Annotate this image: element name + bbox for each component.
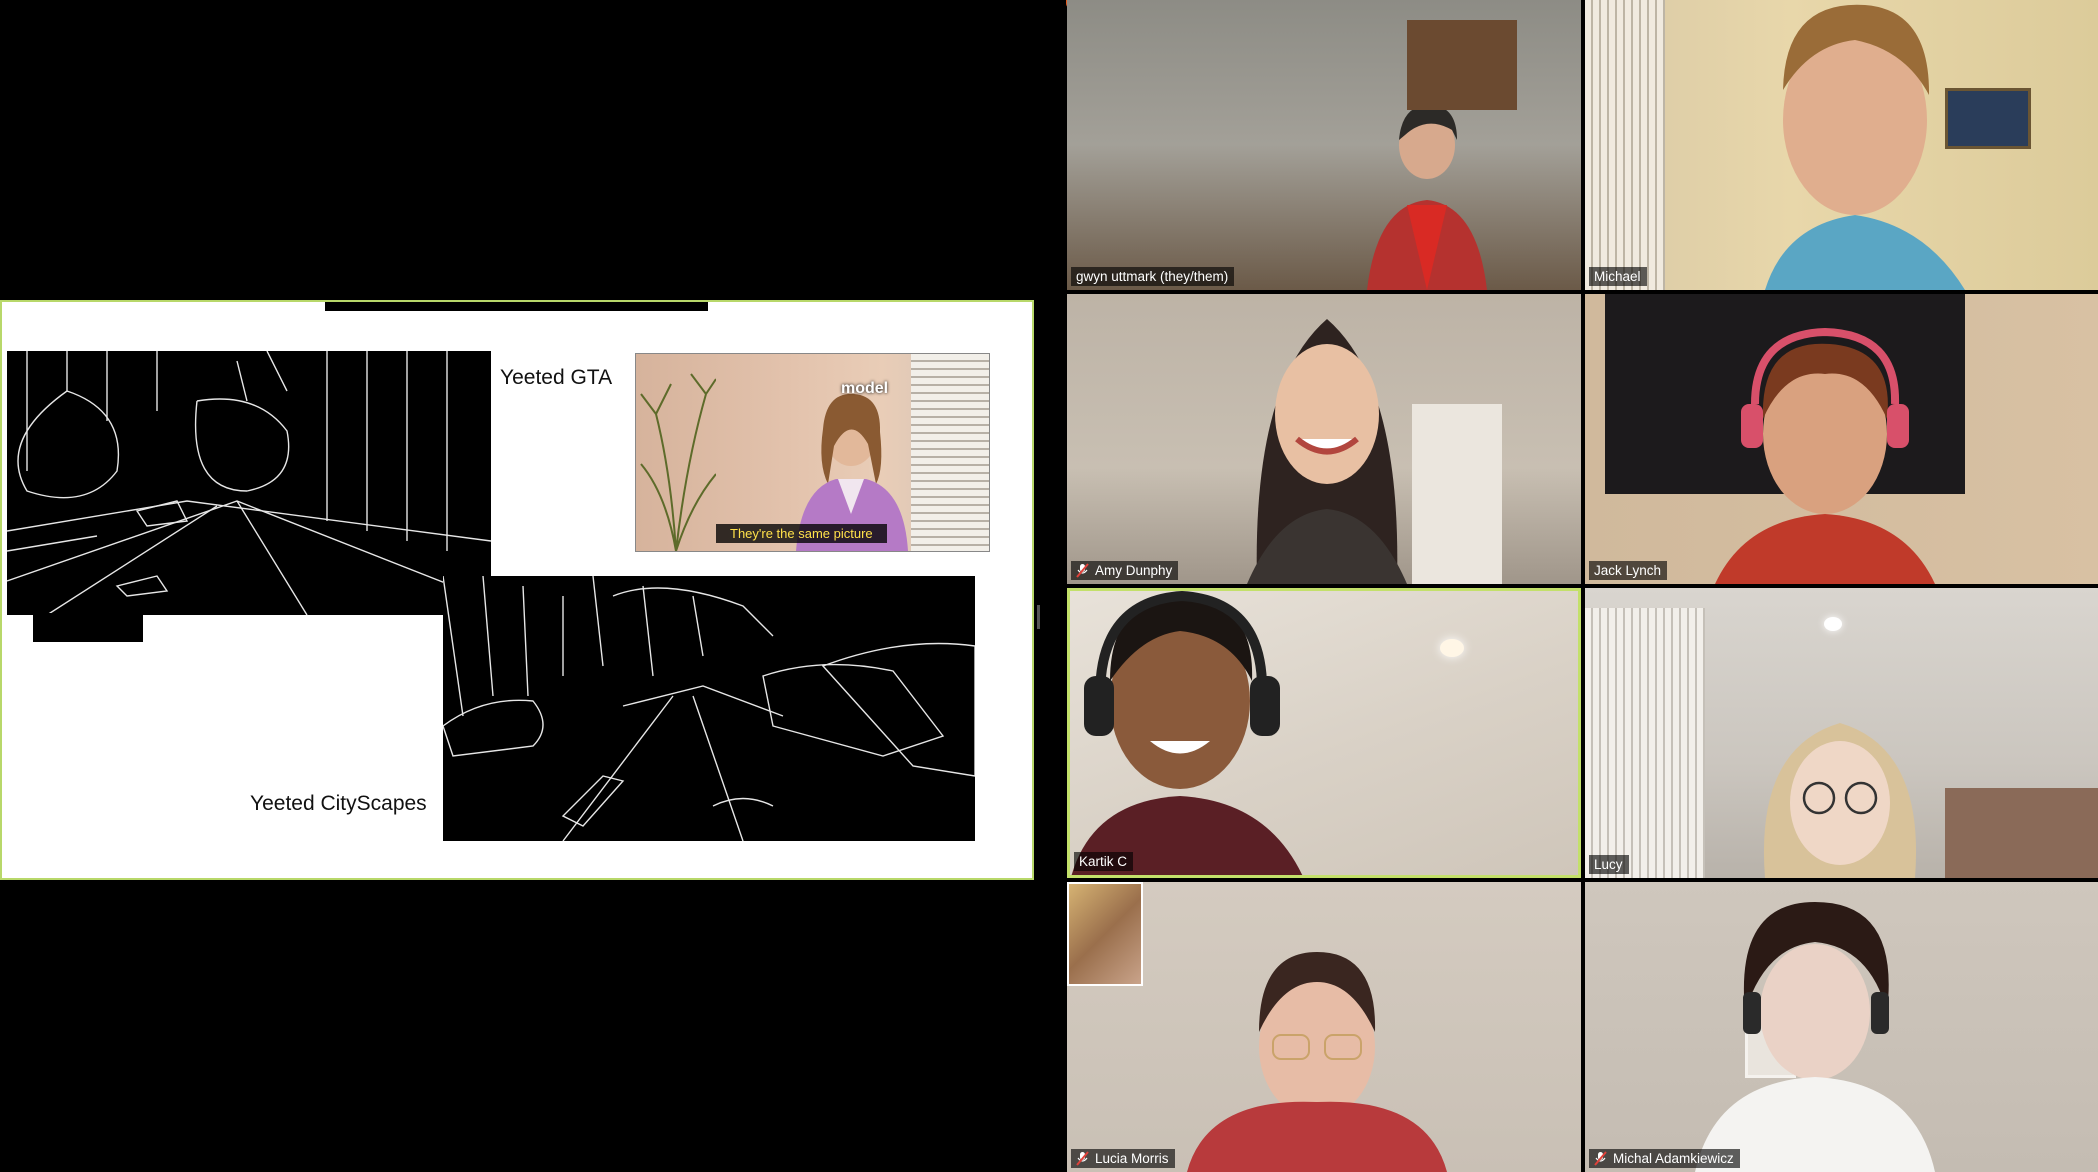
video-tile-7[interactable]: Lucia Morris [1067, 882, 1581, 1172]
participant-name-tag: Amy Dunphy [1071, 561, 1179, 580]
participant-figure [1237, 304, 1417, 584]
cityscapes-label: Yeeted CityScapes [250, 792, 427, 815]
redacted-bar-bottom [33, 613, 143, 642]
participant-figure [1177, 937, 1457, 1172]
participant-name: Lucy [1594, 857, 1623, 872]
participant-name-tag: Michael [1589, 267, 1647, 286]
video-tile-1[interactable]: gwyn uttmark (they/them) [1067, 0, 1581, 290]
participant-name: Lucia Morris [1095, 1151, 1169, 1166]
wall-painting [1945, 88, 2031, 149]
plant-graphic [640, 373, 716, 551]
video-tile-2[interactable]: Michael [1585, 0, 2098, 290]
participant-name-tag: Jack Lynch [1589, 561, 1668, 580]
pane-splitter-handle[interactable] [1037, 605, 1040, 629]
participant-name-tag: Michal Adamkiewicz [1589, 1149, 1740, 1168]
microphone-muted-icon [1076, 1151, 1089, 1166]
participant-name: Kartik C [1079, 854, 1128, 869]
participant-figure [1705, 324, 1945, 584]
video-tile-5-active-speaker[interactable]: Kartik C [1067, 588, 1581, 878]
participant-name-tag: Kartik C [1074, 852, 1134, 871]
participant-name-tag: Lucy [1589, 855, 1629, 874]
window-blinds [1585, 0, 1665, 290]
participant-figure [1070, 591, 1310, 875]
window-blinds [1585, 608, 1705, 878]
cityscapes-edge-image [443, 576, 975, 841]
presentation-slide: Yeeted GTA model They're the same pictur… [0, 300, 1034, 880]
participant-name: Michal Adamkiewicz [1613, 1151, 1734, 1166]
ceiling-light [1824, 617, 1842, 631]
participant-name-tag: Lucia Morris [1071, 1149, 1175, 1168]
bed [1945, 788, 2098, 878]
ceiling-light [1440, 639, 1464, 657]
participant-figure [1665, 892, 1955, 1172]
participant-figure [1745, 708, 1935, 878]
participant-name: Michael [1594, 269, 1641, 284]
redacted-bar-top [325, 302, 708, 311]
door [1412, 404, 1502, 584]
office-meme-image: model They're the same picture [635, 353, 990, 552]
wall-painting [1067, 882, 1143, 986]
subtitle-caption: They're the same picture [716, 524, 887, 543]
video-tile-6[interactable]: Lucy [1585, 588, 2098, 878]
bookshelf [1407, 20, 1517, 110]
video-tile-4[interactable]: Jack Lynch [1585, 294, 2098, 584]
participant-name: Amy Dunphy [1095, 563, 1173, 578]
video-gallery: gwyn uttmark (they/them) Michael Amy Dun… [1066, 0, 2098, 1172]
shared-screen: Yeeted GTA model They're the same pictur… [0, 0, 1040, 1170]
video-tile-8[interactable]: Michal Adamkiewicz [1585, 882, 2098, 1172]
participant-name: Jack Lynch [1594, 563, 1662, 578]
microphone-muted-icon [1594, 1151, 1607, 1166]
model-overlay-text: model [841, 380, 889, 397]
gta-label: Yeeted GTA [500, 366, 613, 389]
video-tile-3[interactable]: Amy Dunphy [1067, 294, 1581, 584]
gta-edge-image [7, 351, 491, 615]
microphone-muted-icon [1076, 563, 1089, 578]
participant-name-tag: gwyn uttmark (they/them) [1071, 267, 1235, 286]
participant-figure [1367, 90, 1487, 290]
participant-name: gwyn uttmark (they/them) [1076, 269, 1229, 284]
